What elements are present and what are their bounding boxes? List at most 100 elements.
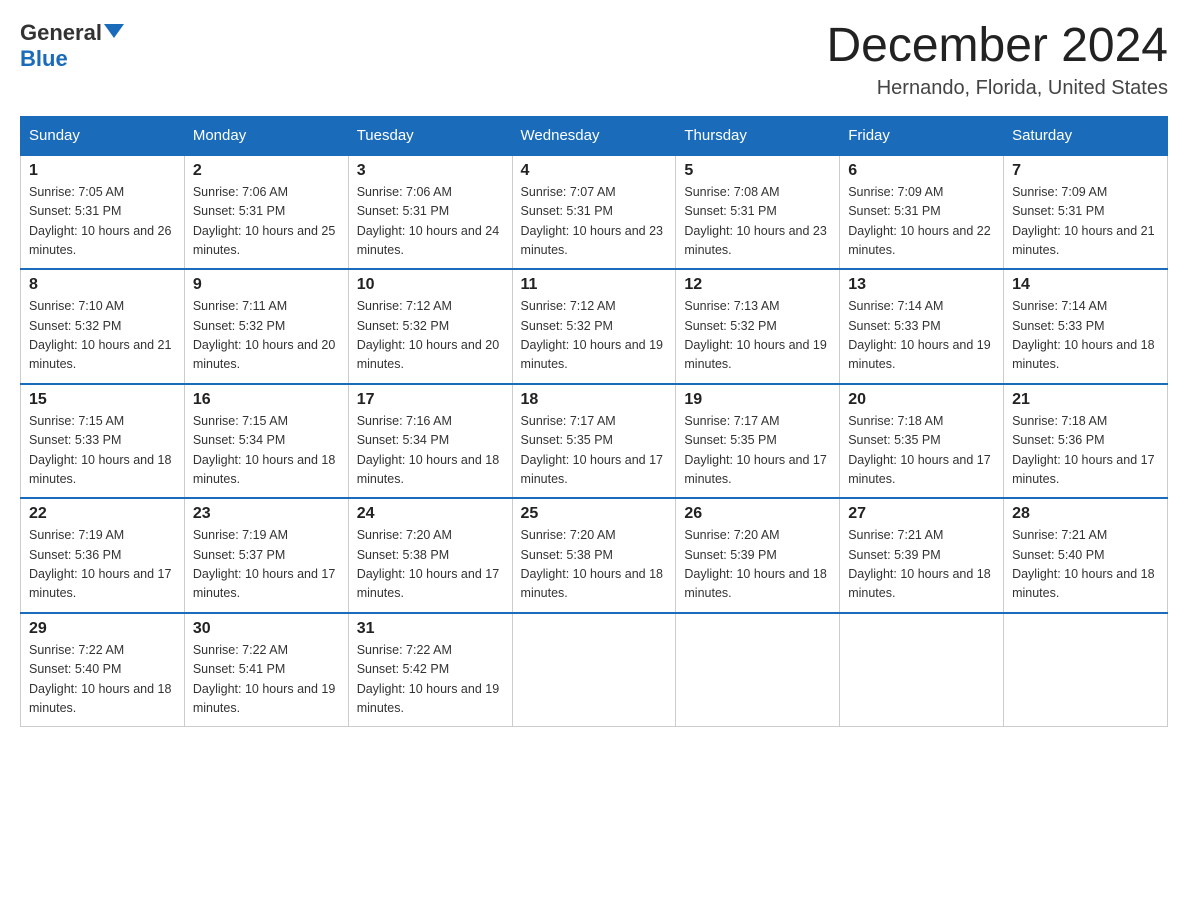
calendar-cell: 11 Sunrise: 7:12 AM Sunset: 5:32 PM Dayl… [512,269,676,384]
calendar-week-row: 15 Sunrise: 7:15 AM Sunset: 5:33 PM Dayl… [21,384,1168,499]
sunset-label: Sunset: 5:31 PM [1012,204,1104,218]
calendar-cell: 14 Sunrise: 7:14 AM Sunset: 5:33 PM Dayl… [1004,269,1168,384]
calendar-cell [676,613,840,727]
weekday-header-friday: Friday [840,116,1004,155]
day-info: Sunrise: 7:20 AM Sunset: 5:38 PM Dayligh… [357,526,504,604]
daylight-label: Daylight: 10 hours and 18 minutes. [29,453,171,486]
day-number: 28 [1012,505,1159,523]
sunset-label: Sunset: 5:37 PM [193,548,285,562]
daylight-label: Daylight: 10 hours and 17 minutes. [684,453,826,486]
weekday-header-monday: Monday [184,116,348,155]
day-number: 16 [193,391,340,409]
calendar-cell: 7 Sunrise: 7:09 AM Sunset: 5:31 PM Dayli… [1004,155,1168,270]
sunrise-label: Sunrise: 7:19 AM [193,528,288,542]
sunrise-label: Sunrise: 7:19 AM [29,528,124,542]
daylight-label: Daylight: 10 hours and 23 minutes. [684,224,826,257]
day-info: Sunrise: 7:21 AM Sunset: 5:40 PM Dayligh… [1012,526,1159,604]
sunrise-label: Sunrise: 7:09 AM [848,185,943,199]
day-info: Sunrise: 7:20 AM Sunset: 5:39 PM Dayligh… [684,526,831,604]
day-number: 26 [684,505,831,523]
sunset-label: Sunset: 5:33 PM [848,319,940,333]
sunset-label: Sunset: 5:36 PM [1012,433,1104,447]
sunset-label: Sunset: 5:32 PM [521,319,613,333]
daylight-label: Daylight: 10 hours and 17 minutes. [193,567,335,600]
sunset-label: Sunset: 5:35 PM [521,433,613,447]
daylight-label: Daylight: 10 hours and 17 minutes. [357,567,499,600]
day-info: Sunrise: 7:15 AM Sunset: 5:33 PM Dayligh… [29,412,176,490]
day-number: 4 [521,162,668,180]
daylight-label: Daylight: 10 hours and 21 minutes. [29,338,171,371]
daylight-label: Daylight: 10 hours and 18 minutes. [1012,338,1154,371]
sunset-label: Sunset: 5:32 PM [357,319,449,333]
calendar-week-row: 29 Sunrise: 7:22 AM Sunset: 5:40 PM Dayl… [21,613,1168,727]
day-number: 6 [848,162,995,180]
sunset-label: Sunset: 5:32 PM [29,319,121,333]
calendar-cell: 24 Sunrise: 7:20 AM Sunset: 5:38 PM Dayl… [348,498,512,613]
sunset-label: Sunset: 5:31 PM [684,204,776,218]
sunrise-label: Sunrise: 7:18 AM [1012,414,1107,428]
calendar-body: 1 Sunrise: 7:05 AM Sunset: 5:31 PM Dayli… [21,155,1168,727]
day-number: 22 [29,505,176,523]
day-number: 3 [357,162,504,180]
sunrise-label: Sunrise: 7:15 AM [193,414,288,428]
sunset-label: Sunset: 5:38 PM [357,548,449,562]
calendar-week-row: 1 Sunrise: 7:05 AM Sunset: 5:31 PM Dayli… [21,155,1168,270]
day-number: 20 [848,391,995,409]
sunset-label: Sunset: 5:32 PM [684,319,776,333]
daylight-label: Daylight: 10 hours and 19 minutes. [848,338,990,371]
sunrise-label: Sunrise: 7:14 AM [1012,299,1107,313]
sunset-label: Sunset: 5:40 PM [1012,548,1104,562]
calendar-cell: 28 Sunrise: 7:21 AM Sunset: 5:40 PM Dayl… [1004,498,1168,613]
day-number: 8 [29,276,176,294]
day-number: 11 [521,276,668,294]
sunset-label: Sunset: 5:34 PM [193,433,285,447]
sunset-label: Sunset: 5:40 PM [29,662,121,676]
sunrise-label: Sunrise: 7:17 AM [521,414,616,428]
daylight-label: Daylight: 10 hours and 17 minutes. [848,453,990,486]
calendar-cell: 26 Sunrise: 7:20 AM Sunset: 5:39 PM Dayl… [676,498,840,613]
day-info: Sunrise: 7:14 AM Sunset: 5:33 PM Dayligh… [848,297,995,375]
day-info: Sunrise: 7:10 AM Sunset: 5:32 PM Dayligh… [29,297,176,375]
calendar-header: SundayMondayTuesdayWednesdayThursdayFrid… [21,116,1168,155]
sunset-label: Sunset: 5:35 PM [848,433,940,447]
day-number: 18 [521,391,668,409]
daylight-label: Daylight: 10 hours and 18 minutes. [684,567,826,600]
daylight-label: Daylight: 10 hours and 18 minutes. [193,453,335,486]
day-number: 7 [1012,162,1159,180]
sunrise-label: Sunrise: 7:17 AM [684,414,779,428]
weekday-header-sunday: Sunday [21,116,185,155]
day-number: 21 [1012,391,1159,409]
calendar-cell: 20 Sunrise: 7:18 AM Sunset: 5:35 PM Dayl… [840,384,1004,499]
daylight-label: Daylight: 10 hours and 19 minutes. [357,682,499,715]
day-info: Sunrise: 7:17 AM Sunset: 5:35 PM Dayligh… [684,412,831,490]
calendar-table: SundayMondayTuesdayWednesdayThursdayFrid… [20,116,1168,728]
calendar-cell: 10 Sunrise: 7:12 AM Sunset: 5:32 PM Dayl… [348,269,512,384]
sunrise-label: Sunrise: 7:14 AM [848,299,943,313]
day-number: 24 [357,505,504,523]
sunset-label: Sunset: 5:33 PM [29,433,121,447]
daylight-label: Daylight: 10 hours and 21 minutes. [1012,224,1154,257]
sunrise-label: Sunrise: 7:21 AM [1012,528,1107,542]
day-number: 19 [684,391,831,409]
day-info: Sunrise: 7:22 AM Sunset: 5:42 PM Dayligh… [357,641,504,719]
calendar-cell [512,613,676,727]
calendar-cell: 17 Sunrise: 7:16 AM Sunset: 5:34 PM Dayl… [348,384,512,499]
sunrise-label: Sunrise: 7:22 AM [29,643,124,657]
sunrise-label: Sunrise: 7:13 AM [684,299,779,313]
day-info: Sunrise: 7:08 AM Sunset: 5:31 PM Dayligh… [684,183,831,261]
daylight-label: Daylight: 10 hours and 20 minutes. [357,338,499,371]
day-info: Sunrise: 7:09 AM Sunset: 5:31 PM Dayligh… [848,183,995,261]
sunrise-label: Sunrise: 7:12 AM [521,299,616,313]
daylight-label: Daylight: 10 hours and 18 minutes. [521,567,663,600]
calendar-cell: 29 Sunrise: 7:22 AM Sunset: 5:40 PM Dayl… [21,613,185,727]
sunrise-label: Sunrise: 7:07 AM [521,185,616,199]
calendar-cell: 9 Sunrise: 7:11 AM Sunset: 5:32 PM Dayli… [184,269,348,384]
day-number: 12 [684,276,831,294]
day-number: 27 [848,505,995,523]
calendar-cell: 18 Sunrise: 7:17 AM Sunset: 5:35 PM Dayl… [512,384,676,499]
day-info: Sunrise: 7:20 AM Sunset: 5:38 PM Dayligh… [521,526,668,604]
calendar-cell: 2 Sunrise: 7:06 AM Sunset: 5:31 PM Dayli… [184,155,348,270]
calendar-week-row: 22 Sunrise: 7:19 AM Sunset: 5:36 PM Dayl… [21,498,1168,613]
daylight-label: Daylight: 10 hours and 24 minutes. [357,224,499,257]
day-info: Sunrise: 7:22 AM Sunset: 5:40 PM Dayligh… [29,641,176,719]
